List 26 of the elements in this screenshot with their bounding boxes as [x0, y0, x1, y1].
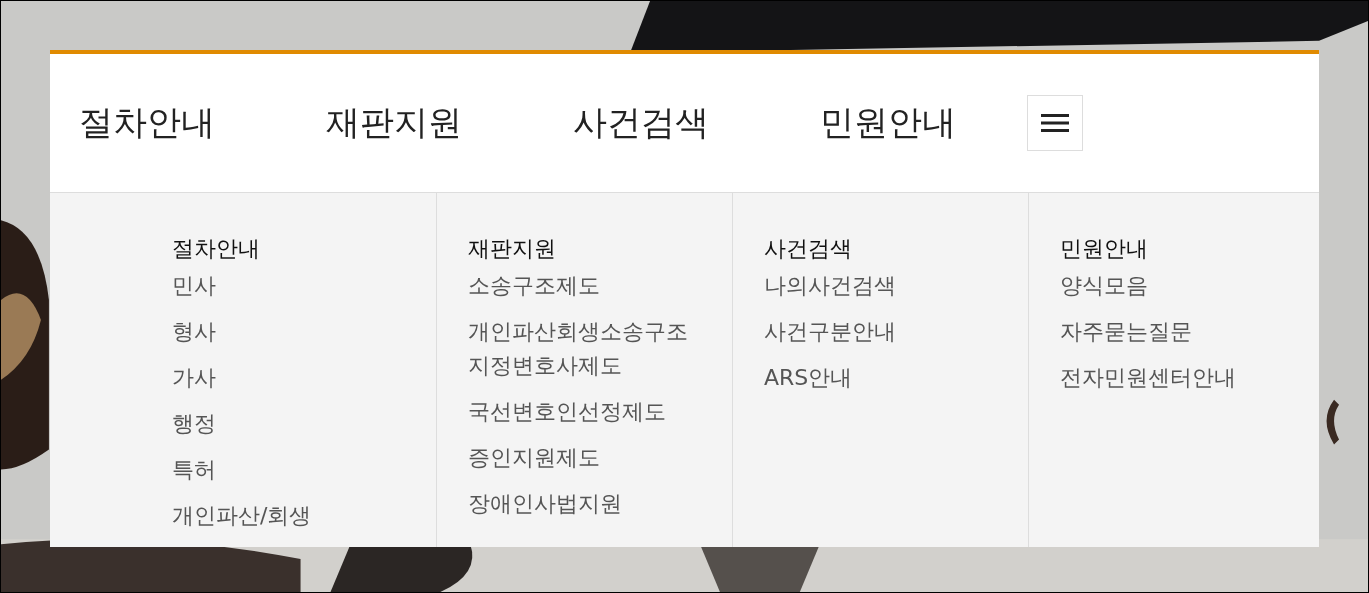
- nav-link[interactable]: 재판지원: [326, 100, 573, 146]
- menu-heading: 사건검색: [764, 235, 852, 263]
- menu-button[interactable]: [1027, 95, 1083, 151]
- menu-heading: 재판지원: [468, 235, 556, 263]
- menu-link[interactable]: 전자민원센터안내: [1060, 361, 1236, 395]
- menu-link[interactable]: 형사: [172, 315, 216, 349]
- menu-heading: 민원안내: [1060, 235, 1148, 263]
- nav-link[interactable]: 절차안내: [79, 100, 326, 146]
- menu-link[interactable]: 가사: [172, 361, 216, 395]
- menu-link[interactable]: 증인지원제도: [468, 441, 600, 475]
- menu-link[interactable]: ARS안내: [764, 361, 853, 395]
- menu-link[interactable]: 개인파산/회생: [172, 499, 312, 533]
- menu-heading: 절차안내: [172, 235, 260, 263]
- menu-link[interactable]: 사건구분안내: [764, 315, 896, 349]
- menu-link[interactable]: 나의사건검색: [764, 269, 896, 303]
- menu-link[interactable]: 국선변호인선정제도: [468, 395, 666, 429]
- menu-link[interactable]: 양식모음: [1060, 269, 1148, 303]
- menu-link[interactable]: 특허: [172, 453, 216, 487]
- menu-link[interactable]: 자주묻는질문: [1060, 315, 1192, 349]
- menu-link[interactable]: 행정: [172, 407, 216, 441]
- nav-link[interactable]: 사건검색: [573, 100, 820, 146]
- menu-link[interactable]: 장애인사법지원: [468, 487, 622, 521]
- menu-link[interactable]: 소송구조제도: [468, 269, 600, 303]
- menu-icon: [1041, 113, 1069, 133]
- menu-link[interactable]: 개인파산회생소송구조지정변호사제도: [468, 315, 704, 383]
- menu-link[interactable]: 민사: [172, 269, 216, 303]
